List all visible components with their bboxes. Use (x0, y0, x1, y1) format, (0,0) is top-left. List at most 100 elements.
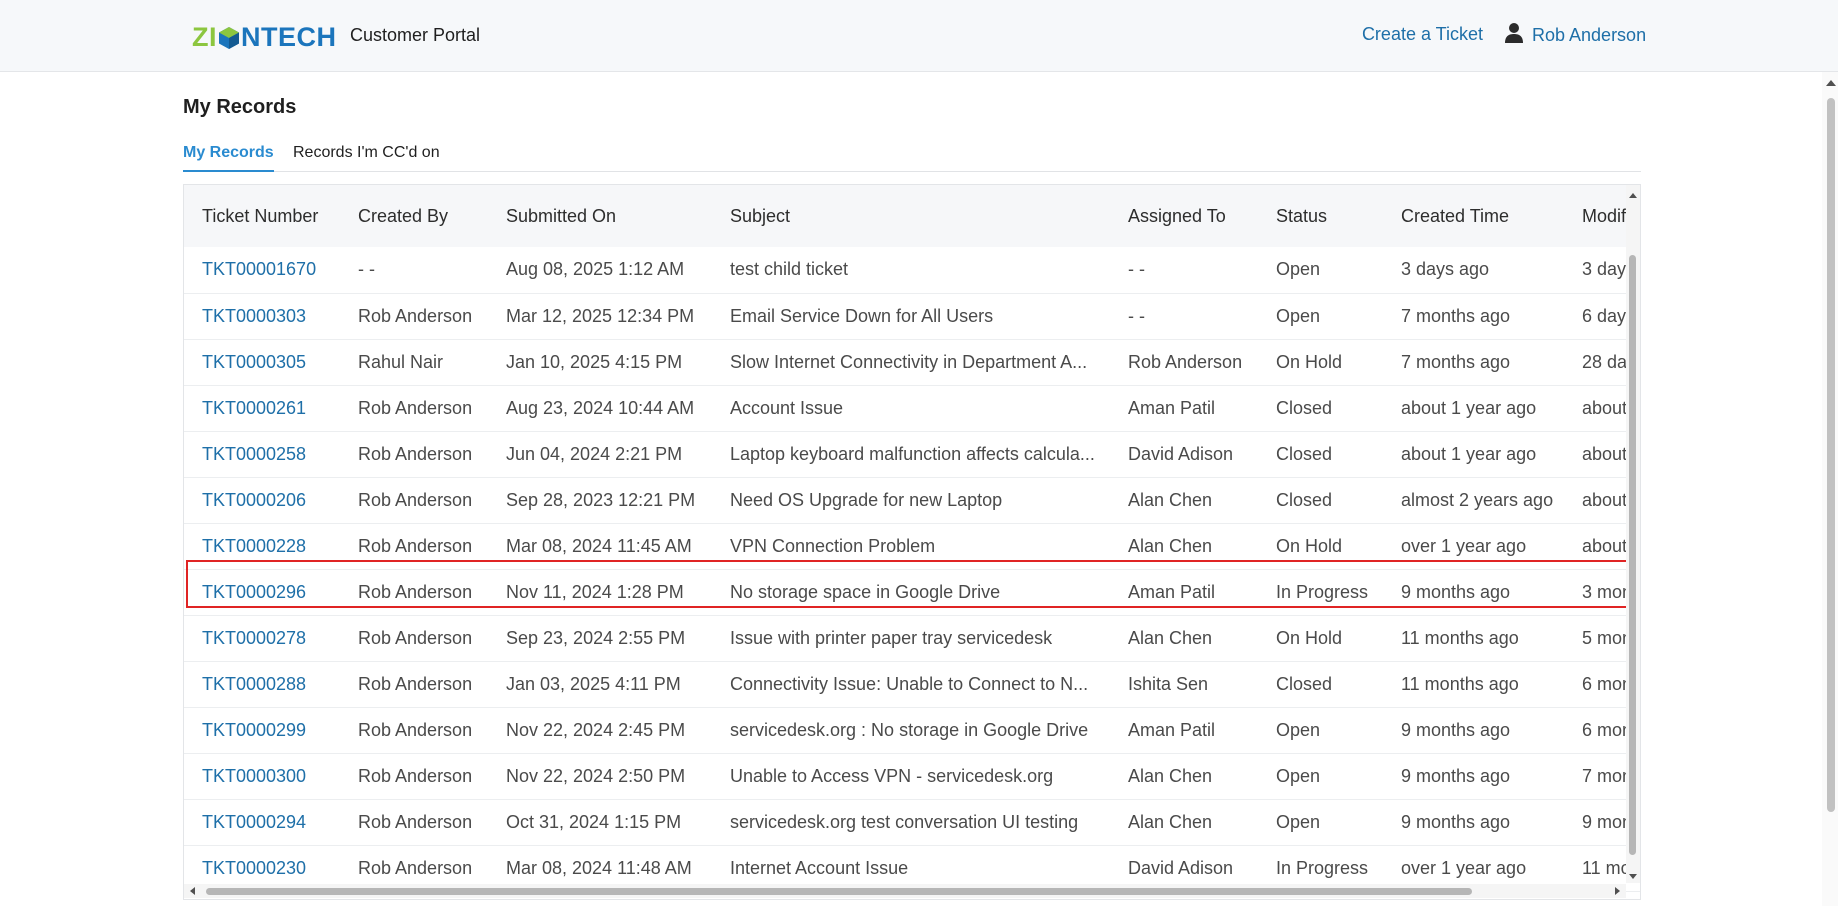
user-menu[interactable]: Rob Anderson (1504, 22, 1646, 49)
submitted-on-cell: Aug 08, 2025 1:12 AM (506, 259, 685, 280)
status-cell: In Progress (1276, 581, 1369, 602)
ticket-link[interactable]: TKT0000261 (202, 398, 306, 418)
status-cell: Open (1276, 259, 1321, 280)
ticket-link[interactable]: TKT0000278 (202, 628, 306, 648)
table-row[interactable]: TKT0000278 Rob Anderson Sep 23, 2024 2:5… (184, 615, 1640, 661)
table-horizontal-scrollbar-thumb[interactable] (206, 888, 1472, 895)
submitted-on-cell: Nov 22, 2024 2:45 PM (506, 719, 686, 740)
ticket-link[interactable]: TKT0000288 (202, 674, 306, 694)
ticket-link[interactable]: TKT00001670 (202, 259, 316, 279)
status-cell: Open (1276, 811, 1321, 832)
top-header: ZI NTECH Customer Portal Create a Ticket… (0, 0, 1838, 72)
scroll-up-arrow-icon[interactable] (1826, 80, 1836, 86)
created-by-cell: Rob Anderson (358, 489, 473, 510)
subject-cell: Unable to Access VPN - servicedesk.org (730, 765, 1054, 786)
status-cell: Open (1276, 719, 1321, 740)
table-row[interactable]: TKT0000299 Rob Anderson Nov 22, 2024 2:4… (184, 707, 1640, 753)
status-cell: On Hold (1276, 627, 1343, 648)
created-time-cell: about 1 year ago (1401, 443, 1537, 464)
page-scrollbar[interactable] (1822, 72, 1838, 906)
ticket-link[interactable]: TKT0000300 (202, 766, 306, 786)
table-scroll-up-icon[interactable] (1629, 193, 1637, 198)
table-row-highlighted[interactable]: TKT0000296 Rob Anderson Nov 11, 2024 1:2… (184, 569, 1640, 615)
page-scrollbar-thumb[interactable] (1827, 98, 1835, 812)
ticket-link[interactable]: TKT0000305 (202, 352, 306, 372)
ticket-link[interactable]: TKT0000228 (202, 536, 306, 556)
assigned-to-cell: Aman Patil (1128, 719, 1216, 740)
created-time-cell: 3 days ago (1401, 259, 1490, 280)
submitted-on-cell: Nov 22, 2024 2:50 PM (506, 765, 686, 786)
assigned-to-cell: Alan Chen (1128, 535, 1213, 556)
ticket-link[interactable]: TKT0000296 (202, 582, 306, 602)
column-header[interactable]: Status (1258, 185, 1383, 247)
column-header[interactable]: Submitted On (488, 185, 712, 247)
tab-records-cc[interactable]: Records I'm CC'd on (293, 144, 440, 170)
column-header[interactable]: Ticket Number (184, 185, 340, 247)
created-by-cell: Rob Anderson (358, 673, 473, 694)
created-by-cell: Rob Anderson (358, 719, 473, 740)
created-by-cell: - - (358, 259, 375, 280)
table-row[interactable]: TKT0000206 Rob Anderson Sep 28, 2023 12:… (184, 477, 1640, 523)
table-row[interactable]: TKT00001670 - - Aug 08, 2025 1:12 AM tes… (184, 247, 1640, 293)
column-header[interactable]: Created By (340, 185, 488, 247)
submitted-on-cell: Mar 12, 2025 12:34 PM (506, 305, 695, 326)
subject-cell: servicedesk.org : No storage in Google D… (730, 719, 1089, 740)
assigned-to-cell: Alan Chen (1128, 765, 1213, 786)
table-row[interactable]: TKT0000303 Rob Anderson Mar 12, 2025 12:… (184, 293, 1640, 339)
table-scroll-right-icon[interactable] (1615, 887, 1620, 895)
tab-my-records[interactable]: My Records (183, 144, 274, 172)
created-by-cell: Rob Anderson (358, 765, 473, 786)
table-row[interactable]: TKT0000294 Rob Anderson Oct 31, 2024 1:1… (184, 799, 1640, 845)
table-header-row: Ticket Number Created By Submitted On Su… (184, 185, 1640, 247)
created-time-cell: 11 months ago (1401, 673, 1519, 694)
column-header[interactable]: Created Time (1383, 185, 1564, 247)
status-cell: Closed (1276, 397, 1333, 418)
subject-cell: servicedesk.org test conversation UI tes… (730, 811, 1079, 832)
created-by-cell: Rob Anderson (358, 811, 473, 832)
table-row[interactable]: TKT0000228 Rob Anderson Mar 08, 2024 11:… (184, 523, 1640, 569)
created-time-cell: 11 months ago (1401, 627, 1519, 648)
portal-name: Customer Portal (350, 25, 481, 45)
status-cell: Open (1276, 765, 1321, 786)
table-scroll-left-icon[interactable] (190, 887, 195, 895)
submitted-on-cell: Jun 04, 2024 2:21 PM (506, 443, 683, 464)
subject-cell: Email Service Down for All Users (730, 305, 994, 326)
column-header[interactable]: Assigned To (1110, 185, 1258, 247)
column-header[interactable]: Subject (712, 185, 1110, 247)
subject-cell: No storage space in Google Drive (730, 581, 1001, 602)
submitted-on-cell: Jan 03, 2025 4:11 PM (506, 673, 681, 694)
ticket-link[interactable]: TKT0000299 (202, 720, 306, 740)
submitted-on-cell: Aug 23, 2024 10:44 AM (506, 397, 695, 418)
created-by-cell: Rob Anderson (358, 443, 473, 464)
ticket-link[interactable]: TKT0000258 (202, 444, 306, 464)
table-row[interactable]: TKT0000261 Rob Anderson Aug 23, 2024 10:… (184, 385, 1640, 431)
table-row[interactable]: TKT0000300 Rob Anderson Nov 22, 2024 2:5… (184, 753, 1640, 799)
assigned-to-cell: David Adison (1128, 443, 1234, 464)
subject-cell: Need OS Upgrade for new Laptop (730, 489, 1003, 510)
submitted-on-cell: Sep 23, 2024 2:55 PM (506, 627, 686, 648)
ticket-link[interactable]: TKT0000294 (202, 812, 306, 832)
created-time-cell: 7 months ago (1401, 305, 1511, 326)
create-ticket-link[interactable]: Create a Ticket (1362, 24, 1483, 45)
status-cell: Closed (1276, 443, 1333, 464)
created-time-cell: 7 months ago (1401, 351, 1511, 372)
created-by-cell: Rob Anderson (358, 535, 473, 556)
table-vertical-scrollbar[interactable] (1626, 185, 1640, 883)
table-row[interactable]: TKT0000305 Rahul Nair Jan 10, 2025 4:15 … (184, 339, 1640, 385)
ticket-link[interactable]: TKT0000230 (202, 858, 306, 878)
ziontech-logo[interactable]: ZI NTECH (192, 22, 337, 52)
table-scroll-down-icon[interactable] (1629, 874, 1637, 879)
created-time-cell: almost 2 years ago (1401, 489, 1554, 510)
table-horizontal-scrollbar[interactable] (184, 884, 1626, 898)
submitted-on-cell: Sep 28, 2023 12:21 PM (506, 489, 696, 510)
records-tabs: My Records Records I'm CC'd on (183, 140, 1641, 172)
ticket-link[interactable]: TKT0000206 (202, 490, 306, 510)
records-table: Ticket Number Created By Submitted On Su… (184, 185, 1640, 892)
table-row[interactable]: TKT0000288 Rob Anderson Jan 03, 2025 4:1… (184, 661, 1640, 707)
table-row[interactable]: TKT0000258 Rob Anderson Jun 04, 2024 2:2… (184, 431, 1640, 477)
assigned-to-cell: - - (1128, 259, 1145, 280)
assigned-to-cell: Aman Patil (1128, 397, 1216, 418)
table-vertical-scrollbar-thumb[interactable] (1629, 255, 1636, 855)
ticket-link[interactable]: TKT0000303 (202, 306, 306, 326)
assigned-to-cell: Rob Anderson (1128, 351, 1243, 372)
